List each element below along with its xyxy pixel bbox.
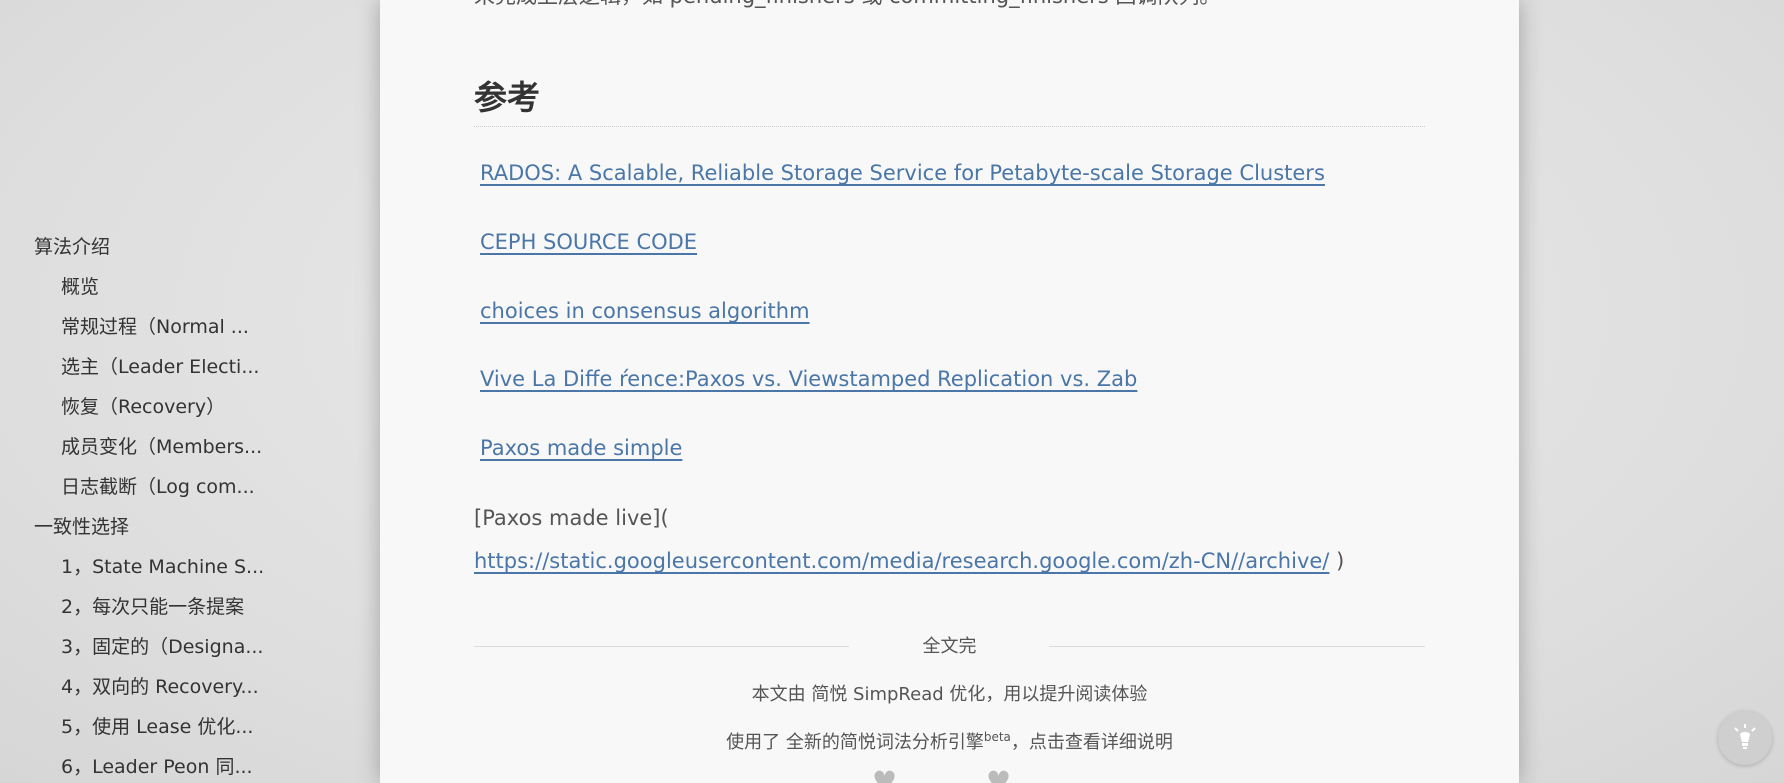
engine-note-comma: ， [1010,732,1029,753]
lightbulb-button[interactable] [1718,711,1772,765]
section-heading-references: 参考 [474,74,1425,127]
toc-item[interactable]: 概览 [0,267,300,307]
beta-badge: beta [983,730,1011,744]
paxos-made-live-paragraph: [Paxos made live]( https://static.google… [474,497,1374,583]
table-of-contents: 算法介绍 概览 常规过程（Normal ... 选主（Leader Electi...… [0,227,300,783]
toc-item[interactable]: 常规过程（Normal ... [0,307,300,347]
toc-item[interactable]: 日志截断（Log com... [0,467,300,507]
paxos-live-suffix: ) [1336,549,1345,573]
heart-icon[interactable]: ♥ [986,768,1026,783]
simpread-credit: 本文由 简悦 SimpRead 优化，用以提升阅读体验 [474,680,1425,706]
toc-item[interactable]: 5，使用 Lease 优化... [0,707,300,747]
lexical-engine-link[interactable]: 全新的简悦词法分析引擎 [786,732,984,753]
reference-link-rados[interactable]: RADOS: A Scalable, Reliable Storage Serv… [480,161,1325,185]
article-card: 来完成上层逻辑，如 pending_finishers 或 committing… [380,0,1519,783]
heart-icon[interactable]: ♥ [872,768,912,783]
previous-paragraph-tail: 来完成上层逻辑，如 pending_finishers 或 committing… [474,0,1220,10]
toc-item[interactable]: 算法介绍 [0,227,300,267]
simpread-link[interactable]: 简悦 SimpRead [811,684,943,705]
engine-note-prefix: 使用了 [726,732,786,753]
reference-link-paxos-made-simple[interactable]: Paxos made simple [480,436,682,460]
toc-item[interactable]: 恢复（Recovery） [0,387,300,427]
toc-item[interactable]: 4，双向的 Recovery... [0,667,300,707]
toc-item[interactable]: 3，固定的（Designa... [0,627,300,667]
reference-link-ceph-source[interactable]: CEPH SOURCE CODE [480,230,697,254]
toc-item[interactable]: 1，State Machine S... [0,547,300,587]
credit-prefix: 本文由 [751,684,812,705]
reference-link-vive-la-difference[interactable]: Vive La Diffe ŕence:Paxos vs. Viewstampe… [480,367,1137,391]
toc-item[interactable]: 成员变化（Members... [0,427,300,467]
credit-suffix: 优化，用以提升阅读体验 [943,684,1148,705]
toc-item[interactable]: 一致性选择 [0,507,300,547]
reference-link-consensus-choices[interactable]: choices in consensus algorithm [480,299,810,323]
details-link[interactable]: 点击查看详细说明 [1029,732,1173,753]
toc-item[interactable]: 选主（Leader Electi... [0,347,300,387]
lexical-engine-note: 使用了 全新的简悦词法分析引擎beta，点击查看详细说明 [474,728,1425,754]
end-of-article-label: 全文完 [922,636,977,657]
end-of-article-divider: 全文完 [474,630,1425,660]
lightbulb-icon [1734,724,1756,749]
paxos-live-prefix: [Paxos made live]( [474,506,669,530]
page: 算法介绍 概览 常规过程（Normal ... 选主（Leader Electi...… [0,0,1784,783]
paxos-live-url-link[interactable]: https://static.googleusercontent.com/med… [474,549,1329,573]
toc-item[interactable]: 2，每次只能一条提案 [0,587,300,627]
toc-item[interactable]: 6，Leader Peon 同... [0,747,300,783]
article-content: 来完成上层逻辑，如 pending_finishers 或 committing… [474,0,1425,783]
